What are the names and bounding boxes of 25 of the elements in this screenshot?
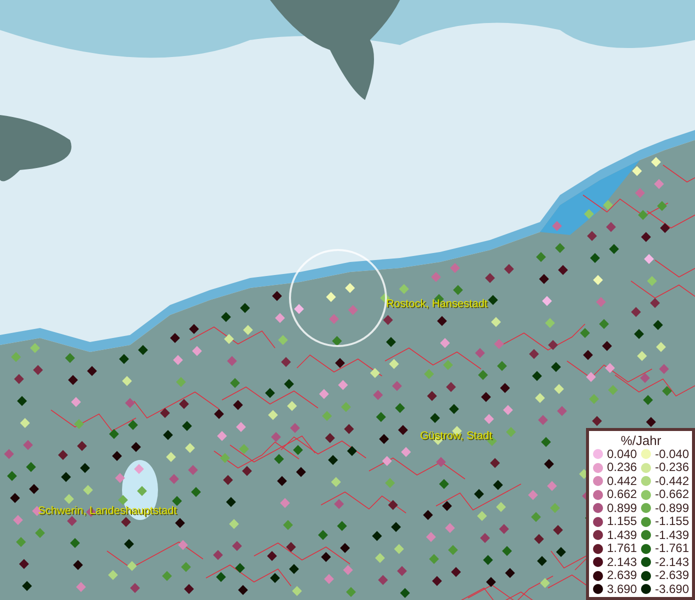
legend-label: 0.899 [606,502,637,515]
legend-label: -0.662 [654,488,689,502]
legend-label: -3.690 [654,582,689,596]
legend-label: -1.761 [654,542,689,556]
legend-label: -2.639 [654,569,689,582]
legend-label: -0.236 [654,461,689,474]
city-label: Güstrow, Stadt [420,430,492,442]
legend-label: 1.439 [606,528,637,542]
legend-label: 3.690 [606,582,637,596]
legend-label: 2.143 [606,556,637,569]
legend-label: -1.155 [654,515,689,528]
legend-label: -1.439 [654,528,689,542]
legend-label: 2.639 [606,569,637,582]
legend-label: 1.761 [606,542,637,556]
legend-label: 0.236 [606,461,637,474]
legend-label: -0.040 [654,448,689,461]
legend-label: 1.155 [606,515,637,528]
legend-label: -2.143 [654,556,689,569]
legend-label: 0.662 [606,488,637,502]
city-label: Rostock, Hansestadt [386,298,488,310]
legend-title: %/Jahr [620,432,662,448]
legend-label: 0.442 [606,474,637,488]
legend-label: 0.040 [606,448,637,461]
legend-label: -0.442 [654,474,689,488]
legend-label: -0.899 [654,502,689,515]
